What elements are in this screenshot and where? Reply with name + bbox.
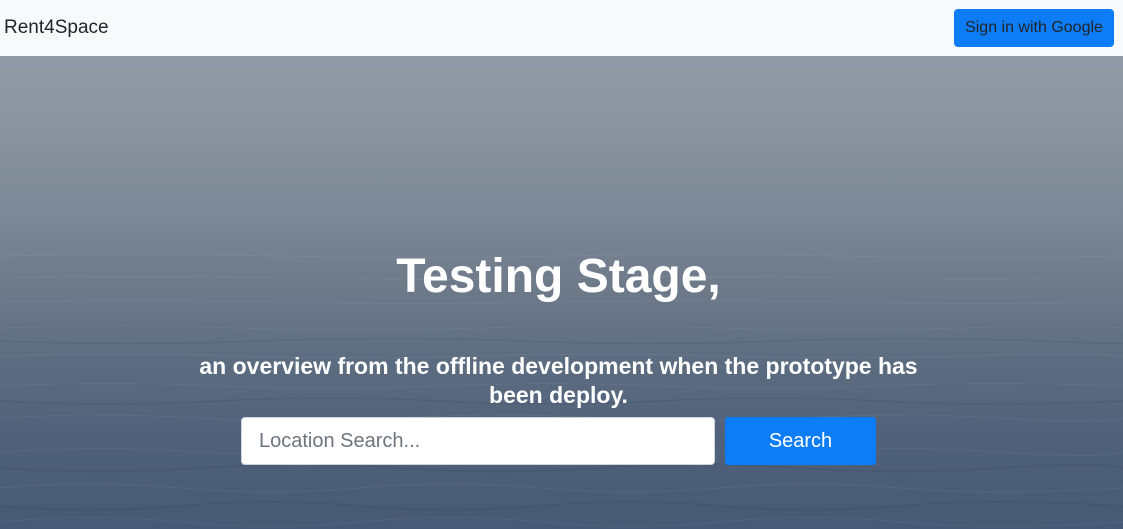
- brand-logo-link[interactable]: Rent4Space: [4, 17, 109, 39]
- hero-section: Testing Stage, an overview from the offl…: [0, 56, 1123, 529]
- top-navbar: Rent4Space Sign in with Google: [0, 0, 1123, 56]
- sign-in-with-google-button[interactable]: Sign in with Google: [954, 9, 1114, 47]
- location-search-input[interactable]: [241, 417, 715, 465]
- search-button[interactable]: Search: [725, 417, 876, 465]
- hero-title: Testing Stage,: [396, 250, 721, 303]
- hero-subtitle: an overview from the offline development…: [199, 353, 918, 408]
